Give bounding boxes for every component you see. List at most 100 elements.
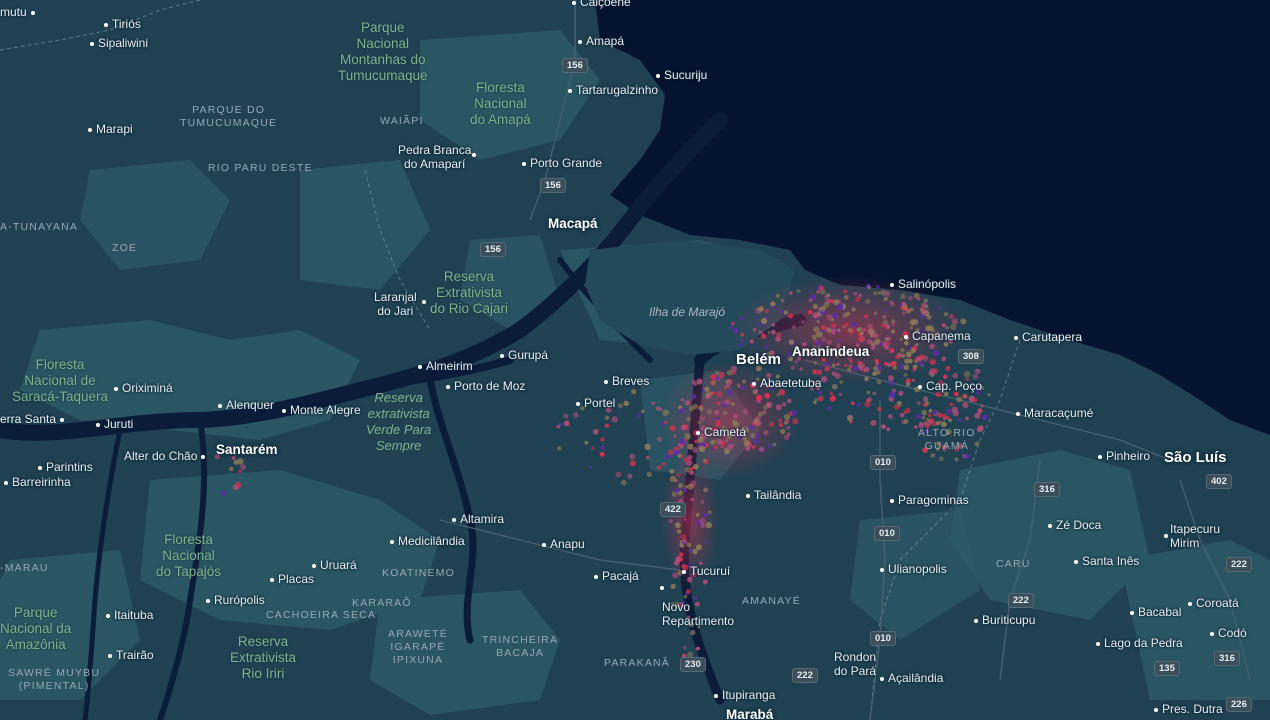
place-label[interactable]: Rondon do Pará bbox=[834, 650, 876, 678]
place-label[interactable]: Barreirinha bbox=[0, 475, 71, 489]
place-label[interactable]: Alter do Chão bbox=[124, 449, 209, 463]
heatmap-point bbox=[796, 289, 801, 293]
heatmap-point bbox=[767, 443, 773, 449]
heatmap-point bbox=[876, 379, 882, 385]
heatmap-point bbox=[680, 398, 685, 402]
place-label[interactable]: Almeirim bbox=[414, 359, 473, 373]
city-label[interactable]: Macapá bbox=[548, 216, 598, 231]
place-label[interactable]: Santa Inês bbox=[1070, 554, 1139, 568]
park-label[interactable]: Reserva Extrativista do Rio Cajari bbox=[430, 269, 508, 317]
place-label[interactable]: Porto de Moz bbox=[442, 379, 525, 393]
place-label[interactable]: Carutapera bbox=[1010, 330, 1082, 344]
place-label[interactable]: Uruará bbox=[308, 558, 357, 572]
heatmap-point bbox=[895, 354, 900, 360]
park-label[interactable]: Floresta Nacional do Amapá bbox=[470, 80, 531, 128]
heatmap-point bbox=[726, 379, 733, 385]
park-label[interactable]: Floresta Nacional de Saracá-Taquera bbox=[12, 357, 108, 405]
heatmap-point bbox=[679, 408, 685, 414]
park-label[interactable]: Parque Nacional Montanhas do Tumucumaque bbox=[338, 20, 428, 84]
place-label[interactable]: Sipaliwini bbox=[86, 36, 148, 50]
place-label[interactable]: Sucuriju bbox=[652, 68, 707, 82]
city-label[interactable]: Belém bbox=[736, 351, 781, 368]
heatmap-point bbox=[787, 351, 792, 356]
place-label[interactable]: Oriximiná bbox=[110, 381, 173, 395]
heatmap-point bbox=[655, 406, 661, 411]
place-label[interactable]: Altamira bbox=[448, 512, 504, 526]
heatmap-point bbox=[689, 470, 694, 475]
place-label[interactable]: erra Santa bbox=[0, 412, 68, 426]
place-label[interactable]: Itupiranga bbox=[710, 688, 775, 702]
place-label[interactable]: Tartarugalzinho bbox=[564, 83, 658, 97]
place-label[interactable]: Açailândia bbox=[876, 671, 943, 685]
place-label[interactable]: Parintins bbox=[34, 460, 93, 474]
place-label[interactable]: Bacabal bbox=[1126, 605, 1181, 619]
park-label[interactable]: Floresta Nacional do Tapajós bbox=[156, 532, 221, 580]
heatmap-point bbox=[824, 361, 830, 367]
park-label[interactable]: Reserva Extrativista Rio Iriri bbox=[230, 634, 296, 682]
place-label[interactable]: Paragominas bbox=[886, 493, 969, 507]
place-label[interactable]: Juruti bbox=[92, 417, 133, 431]
place-label[interactable]: Gurupá bbox=[496, 348, 548, 362]
city-label[interactable]: São Luís bbox=[1164, 449, 1227, 466]
place-label[interactable]: mutu bbox=[0, 5, 39, 19]
place-label[interactable]: Codó bbox=[1206, 626, 1247, 640]
place-label[interactable]: Medicilândia bbox=[386, 534, 465, 548]
place-label[interactable]: Breves bbox=[600, 374, 649, 388]
place-label[interactable]: Alenquer bbox=[214, 398, 274, 412]
place-label[interactable]: Buriticupu bbox=[970, 613, 1035, 627]
place-label[interactable]: Pinheiro bbox=[1094, 449, 1150, 463]
place-label[interactable]: Tiriós bbox=[100, 17, 141, 31]
place-label[interactable]: Placas bbox=[266, 572, 314, 586]
place-label[interactable]: Pedra Branca do Amaparí bbox=[398, 143, 471, 171]
heatmap-point bbox=[826, 405, 833, 412]
place-label[interactable]: Cametá bbox=[692, 425, 746, 439]
place-label[interactable]: Marapi bbox=[84, 122, 133, 136]
place-label[interactable]: Novo Repartimento bbox=[662, 600, 734, 628]
city-label[interactable]: Santarém bbox=[216, 442, 278, 457]
heatmap-point bbox=[786, 425, 791, 430]
place-label[interactable]: Monte Alegre bbox=[278, 403, 361, 417]
place-label[interactable]: Abaetetuba bbox=[748, 376, 821, 390]
place-label[interactable]: Ulianopolis bbox=[876, 562, 947, 576]
heatmap-point bbox=[846, 414, 854, 422]
place-label[interactable]: Tailândia bbox=[742, 488, 801, 502]
place-marker bbox=[422, 300, 426, 304]
place-label[interactable]: Anapu bbox=[538, 537, 585, 551]
place-label[interactable]: Amapá bbox=[574, 34, 624, 48]
place-label[interactable]: Pres. Dutra bbox=[1150, 702, 1223, 716]
reserve-label[interactable]: Reserva extrativista Verde Para Sempre bbox=[366, 390, 431, 454]
place-label[interactable]: Maracaçumé bbox=[1012, 406, 1093, 420]
heatmap-point bbox=[916, 297, 921, 301]
place-label[interactable]: Pacajá bbox=[590, 569, 639, 583]
place-label[interactable]: Coroatá bbox=[1184, 596, 1239, 610]
heatmap-point bbox=[683, 594, 688, 599]
place-label[interactable]: Rurópolis bbox=[202, 593, 265, 607]
place-label[interactable]: Capanema bbox=[900, 329, 971, 343]
heatmap-point bbox=[787, 313, 794, 319]
place-label[interactable]: Salinópolis bbox=[886, 277, 956, 291]
place-label[interactable]: Trairão bbox=[104, 648, 154, 662]
heatmap-point bbox=[855, 296, 861, 302]
heatmap-point bbox=[723, 385, 727, 390]
place-label[interactable]: Itaituba bbox=[102, 608, 153, 622]
heatmap-point bbox=[716, 438, 723, 445]
place-label[interactable]: Itapecuru Mirim bbox=[1170, 522, 1220, 550]
park-label[interactable]: Parque Nacional da Amazônia bbox=[0, 605, 71, 653]
city-label[interactable]: Marabá bbox=[726, 707, 773, 720]
place-label[interactable]: Cap. Poço bbox=[914, 379, 982, 393]
place-label[interactable]: Zé Doca bbox=[1044, 518, 1101, 532]
place-label[interactable]: Lago da Pedra bbox=[1092, 636, 1183, 650]
heatmap-point bbox=[676, 473, 681, 478]
island-label[interactable]: Ilha de Marajó bbox=[649, 305, 725, 319]
place-label[interactable]: Tucuruí bbox=[678, 564, 730, 578]
place-label[interactable]: Calçoene bbox=[568, 0, 631, 9]
place-marker bbox=[660, 586, 664, 590]
heatmap-point bbox=[927, 421, 932, 426]
place-label[interactable]: Laranjal do Jari bbox=[374, 290, 417, 318]
heatmap-point bbox=[720, 444, 725, 449]
heatmap-point bbox=[739, 316, 744, 320]
map-view[interactable]: mutu Tiriós Sipaliwini Calçoene Amapá Su… bbox=[0, 0, 1270, 720]
place-label[interactable]: Portel bbox=[572, 396, 615, 410]
place-label[interactable]: Porto Grande bbox=[518, 156, 602, 170]
city-label[interactable]: Ananindeua bbox=[792, 344, 869, 359]
